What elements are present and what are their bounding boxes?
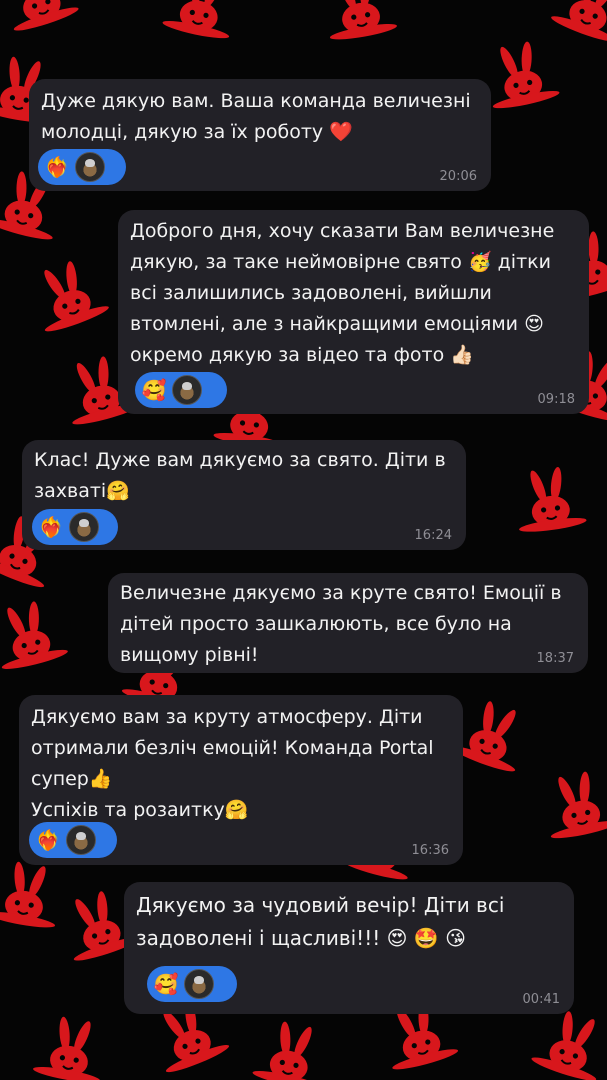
message-timestamp: 00:41 [522,992,560,1007]
avatar [75,152,105,182]
message-text: Дякуємо за чудовий вечір! Діти всі задов… [136,893,505,950]
reaction-pill[interactable]: ❤️‍🔥 [29,822,117,858]
heart-on-fire-icon: ❤️‍🔥 [38,515,64,539]
avatar [184,969,214,999]
heart-on-fire-icon: ❤️‍🔥 [35,828,61,852]
avatar [66,825,96,855]
message-text: Дуже дякую вам. Ваша команда величезні м… [41,90,471,143]
avatar [172,375,202,405]
avatar [69,512,99,542]
message-text: Клас! Дуже вам дякуємо за свято. Діти в … [34,449,446,502]
smiling-face-with-hearts-icon: 🥰 [153,972,179,996]
smiling-face-with-hearts-icon: 🥰 [141,378,167,402]
message-bubble[interactable]: Дякуємо вам за круту атмосферу. Діти отр… [19,695,463,865]
message-text: Доброго дня, хочу сказати Вам величезне … [130,220,555,366]
message-bubble[interactable]: Дуже дякую вам. Ваша команда величезні м… [29,79,491,191]
message-bubble[interactable]: Доброго дня, хочу сказати Вам величезне … [118,210,589,414]
message-timestamp: 09:18 [537,392,575,407]
message-timestamp: 16:24 [414,528,452,543]
reaction-pill[interactable]: ❤️‍🔥 [38,149,126,185]
reaction-pill[interactable]: 🥰 [147,966,237,1002]
message-text: Дякуємо вам за круту атмосферу. Діти отр… [31,706,434,790]
message-bubble[interactable]: Величезне дякуємо за круте свято! Емоції… [108,573,588,673]
reaction-pill[interactable]: 🥰 [135,372,227,408]
message-timestamp: 20:06 [439,169,477,184]
message-timestamp: 18:37 [536,651,574,666]
message-bubble[interactable]: Клас! Дуже вам дякуємо за свято. Діти в … [22,440,466,550]
heart-on-fire-icon: ❤️‍🔥 [44,155,70,179]
message-text: Величезне дякуємо за круте свято! Емоції… [120,582,562,666]
reaction-pill[interactable]: ❤️‍🔥 [32,509,118,545]
message-timestamp: 16:36 [411,843,449,858]
message-bubble[interactable]: Дякуємо за чудовий вечір! Діти всі задов… [124,882,574,1014]
